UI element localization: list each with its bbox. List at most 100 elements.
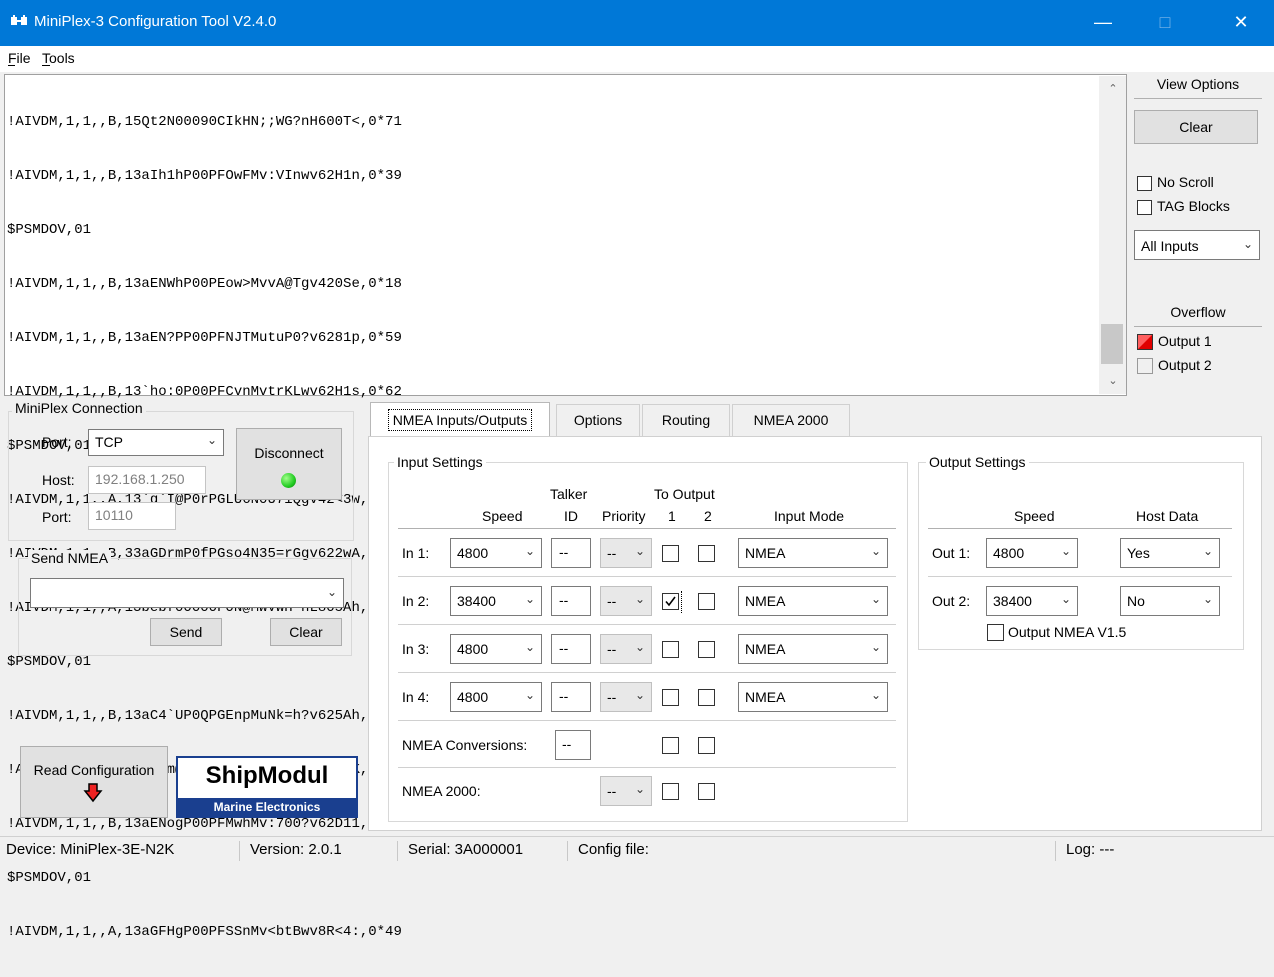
col-host-data: Host Data — [1136, 508, 1199, 524]
conversions-talker-input[interactable]: -- — [555, 730, 591, 760]
n2k-out1-checkbox[interactable] — [662, 783, 679, 800]
in4-mode-select[interactable]: NMEA ⌄ — [738, 682, 888, 712]
in1-priority-select[interactable]: -- ⌄ — [600, 538, 652, 568]
in2-talker-input[interactable]: -- — [551, 586, 591, 616]
host-label: Host: — [42, 472, 75, 488]
send-clear-button[interactable]: Clear — [270, 618, 342, 646]
nmea-conversions-label: NMEA Conversions: — [402, 737, 528, 753]
tab-options[interactable]: Options — [556, 404, 640, 436]
col-out-speed: Speed — [1014, 508, 1055, 524]
log-line: !AIVDM,1,1,,B,13aIh1hP00PFOwFMv:VInwv62H… — [7, 168, 402, 184]
in3-speed-select[interactable]: 4800 ⌄ — [450, 634, 542, 664]
in3-out2-checkbox[interactable] — [698, 641, 715, 658]
in2-priority-select[interactable]: -- ⌄ — [600, 586, 652, 616]
col-talker-id: ID — [564, 508, 578, 524]
focus-indicator — [681, 591, 682, 613]
divider — [928, 528, 1232, 529]
in3-mode-select[interactable]: NMEA ⌄ — [738, 634, 888, 664]
host-input[interactable]: 192.168.1.250 — [88, 466, 206, 494]
maximize-button[interactable]: □ — [1138, 0, 1192, 46]
minimize-button[interactable]: — — [1076, 0, 1130, 46]
chevron-down-icon: ⌄ — [206, 433, 217, 447]
out1-host-select[interactable]: Yes ⌄ — [1120, 538, 1220, 568]
n2k-priority-select[interactable]: -- ⌄ — [600, 776, 652, 806]
port-select[interactable]: TCP ⌄ — [88, 429, 224, 456]
tab-routing[interactable]: Routing — [642, 404, 730, 436]
in4-talker-value: -- — [559, 688, 569, 704]
chevron-down-icon: ⌄ — [524, 688, 535, 702]
tag-blocks-checkbox[interactable] — [1137, 200, 1152, 215]
in3-priority-select[interactable]: -- ⌄ — [600, 634, 652, 664]
in1-speed-select[interactable]: 4800 ⌄ — [450, 538, 542, 568]
nmea-log[interactable]: !AIVDM,1,1,,B,15Qt2N00090CIkHN;;WG?nH600… — [4, 74, 1127, 940]
conversions-out2-checkbox[interactable] — [698, 737, 715, 754]
in4-out2-checkbox[interactable] — [698, 689, 715, 706]
in4-label: In 4: — [402, 689, 430, 705]
col-priority: Priority — [602, 508, 646, 524]
nmea2000-label: NMEA 2000: — [402, 783, 481, 799]
in4-talker-input[interactable]: -- — [551, 682, 591, 712]
in4-speed-select[interactable]: 4800 ⌄ — [450, 682, 542, 712]
in1-mode-value: NMEA — [745, 545, 786, 561]
in4-priority-select[interactable]: -- ⌄ — [600, 682, 652, 712]
inputs-filter-select[interactable]: All Inputs ⌄ — [1134, 230, 1260, 260]
title-bar[interactable]: MiniPlex-3 Configuration Tool V2.4.0 — □… — [0, 0, 1274, 46]
output-nmea15-label: Output NMEA V1.5 — [1008, 624, 1127, 640]
disconnect-button[interactable]: Disconnect — [236, 428, 342, 500]
menu-file[interactable]: File — [8, 50, 31, 66]
conversions-talker-value: -- — [562, 736, 572, 752]
in2-mode-select[interactable]: NMEA ⌄ — [738, 586, 888, 616]
in1-mode-select[interactable]: NMEA ⌄ — [738, 538, 888, 568]
tcp-port-input[interactable]: 10110 — [88, 502, 176, 530]
clear-log-button[interactable]: Clear — [1134, 110, 1258, 144]
log-line: $PSMDOV,01 — [7, 870, 92, 886]
in2-talker-value: -- — [559, 592, 569, 608]
log-line: !AIVDM,1,1,,A,13aGFHgP00PFSSnMv<btBwv8R<… — [7, 924, 402, 940]
n2k-out2-checkbox[interactable] — [698, 783, 715, 800]
overflow-title: Overflow — [1170, 304, 1226, 320]
menu-bar: File Tools — [0, 46, 1274, 72]
menu-tools[interactable]: Tools — [42, 50, 75, 66]
tab-label: Routing — [661, 412, 711, 428]
conversions-out1-checkbox[interactable] — [662, 737, 679, 754]
in1-talker-input[interactable]: -- — [551, 538, 591, 568]
output1-overflow-label: Output 1 — [1158, 333, 1212, 349]
out2-speed-select[interactable]: 38400 ⌄ — [986, 586, 1078, 616]
port-select-value: TCP — [95, 434, 123, 450]
col-speed: Speed — [482, 508, 523, 524]
in3-out1-checkbox[interactable] — [662, 641, 679, 658]
read-configuration-button[interactable]: Read Configuration — [20, 746, 168, 818]
send-button[interactable]: Send — [150, 618, 222, 646]
send-nmea-input[interactable]: ⌄ — [30, 578, 344, 608]
scroll-down-icon[interactable]: ⌄ — [1105, 374, 1121, 387]
scroll-up-icon[interactable]: ⌃ — [1105, 82, 1121, 95]
output-nmea15-checkbox[interactable] — [987, 624, 1004, 641]
in3-talker-input[interactable]: -- — [551, 634, 591, 664]
chevron-down-icon: ⌄ — [634, 592, 645, 606]
out2-host-select[interactable]: No ⌄ — [1120, 586, 1220, 616]
in2-speed-select[interactable]: 38400 ⌄ — [450, 586, 542, 616]
in2-out1-checkbox[interactable] — [662, 593, 679, 610]
in1-out2-checkbox[interactable] — [698, 545, 715, 562]
close-icon: ✕ — [1233, 12, 1249, 32]
in1-talker-value: -- — [559, 544, 569, 560]
host-value: 192.168.1.250 — [95, 471, 185, 487]
status-device: Device: MiniPlex-3E-N2K — [0, 841, 240, 861]
in4-out1-checkbox[interactable] — [662, 689, 679, 706]
in4-speed-value: 4800 — [457, 689, 489, 705]
divider — [398, 624, 896, 625]
tab-nmea-inputs-outputs[interactable]: NMEA Inputs/Outputs — [370, 402, 550, 438]
out1-speed-select[interactable]: 4800 ⌄ — [986, 538, 1078, 568]
tab-nmea-2000[interactable]: NMEA 2000 — [732, 404, 850, 436]
log-scrollbar[interactable]: ⌃ ⌄ — [1099, 76, 1126, 394]
scroll-thumb[interactable] — [1101, 324, 1123, 364]
in2-priority-value: -- — [607, 593, 617, 609]
status-serial: Serial: 3A000001 — [402, 841, 568, 861]
in2-out2-checkbox[interactable] — [698, 593, 715, 610]
status-bar: Device: MiniPlex-3E-N2K Version: 2.0.1 S… — [0, 836, 1274, 862]
no-scroll-checkbox[interactable] — [1137, 176, 1152, 191]
in1-out1-checkbox[interactable] — [662, 545, 679, 562]
n2k-priority-value: -- — [607, 783, 617, 799]
log-line: !AIVDM,1,1,,B,13aENWhP00PEow>MvvA@Tgv420… — [7, 276, 402, 292]
close-button[interactable]: ✕ — [1214, 0, 1268, 46]
